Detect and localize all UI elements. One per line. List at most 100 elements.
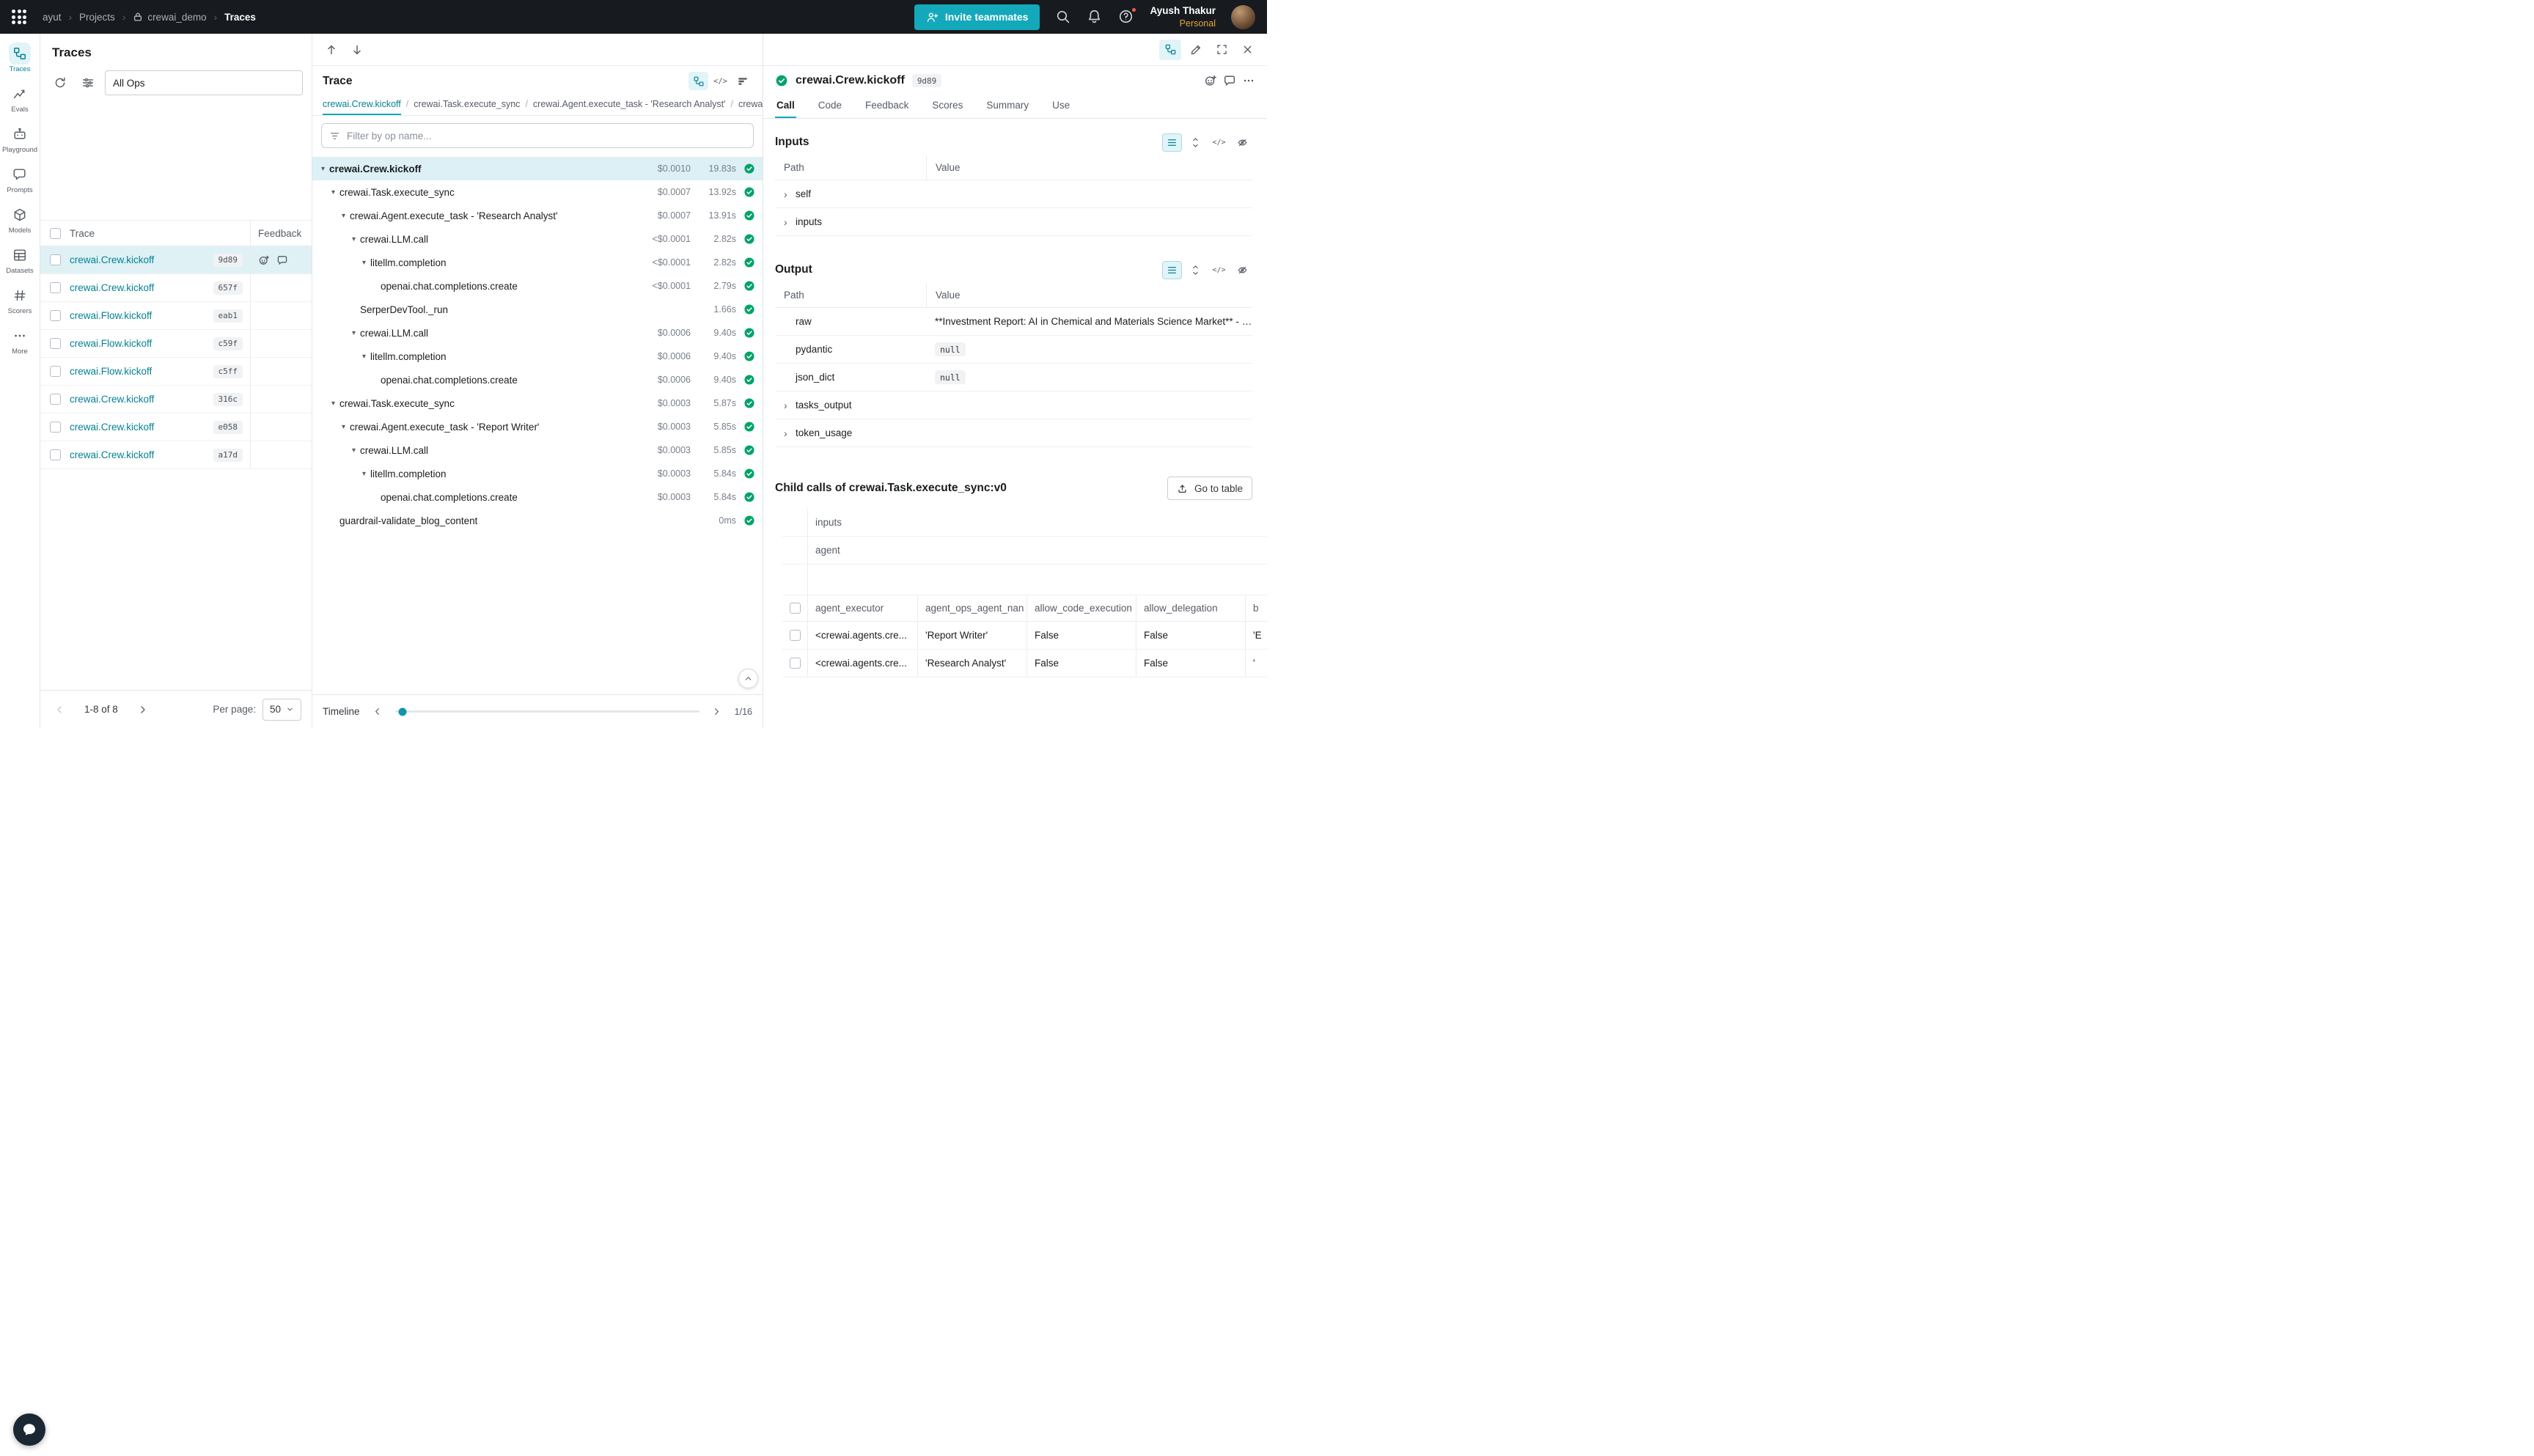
row-checkbox[interactable] xyxy=(50,422,61,433)
trace-name-link[interactable]: crewai.Crew.kickoff xyxy=(70,254,213,265)
previous-call-button[interactable] xyxy=(321,40,341,59)
inputs-expand-all-icon[interactable] xyxy=(1186,133,1205,152)
child-calls-column-header[interactable]: allow_code_execution xyxy=(1027,595,1136,621)
per-page-select[interactable]: 50 xyxy=(262,699,301,721)
trace-row[interactable]: crewai.Crew.kickoff 657f xyxy=(40,274,312,302)
inputs-hide-icon[interactable] xyxy=(1233,133,1252,152)
trace-row[interactable]: crewai.Flow.kickoff c5ff xyxy=(40,358,312,386)
detail-tab[interactable]: Feedback xyxy=(864,93,910,118)
column-header-trace[interactable]: Trace xyxy=(70,228,250,239)
child-calls-column-header[interactable]: agent_ops_agent_nan xyxy=(917,595,1027,621)
output-row[interactable]: › token_usage xyxy=(775,419,1252,447)
user-menu[interactable]: Ayush Thakur Personal xyxy=(1150,4,1216,29)
row-checkbox[interactable] xyxy=(790,630,801,641)
child-calls-column-header[interactable]: b xyxy=(1245,595,1267,621)
trace-name-link[interactable]: crewai.Crew.kickoff xyxy=(70,282,213,293)
expand-chevron-icon[interactable]: ▾ xyxy=(358,470,370,478)
input-row[interactable]: › self xyxy=(775,180,1252,208)
chat-widget-button[interactable] xyxy=(13,1413,45,1446)
breadcrumb-project[interactable]: crewai_demo xyxy=(133,12,206,23)
op-filter-input[interactable] xyxy=(347,130,746,141)
search-icon[interactable] xyxy=(1055,9,1071,25)
trace-breadcrumb-item[interactable]: crewai.LLM.cal xyxy=(725,94,763,115)
row-checkbox[interactable] xyxy=(790,658,801,669)
breadcrumb-projects[interactable]: Projects xyxy=(79,12,115,23)
trace-tree-node[interactable]: ▾ crewai.Task.execute_sync $0.0003 5.87s xyxy=(312,391,763,415)
next-call-button[interactable] xyxy=(347,40,367,59)
output-row[interactable]: › json_dict null null xyxy=(775,364,1252,391)
comment-icon[interactable] xyxy=(1223,74,1236,87)
expand-chevron-icon[interactable]: ▾ xyxy=(317,165,329,173)
flame-graph-toggle-icon[interactable] xyxy=(732,72,752,90)
trace-breadcrumb-item[interactable]: crewai.Task.execute_sync xyxy=(401,94,521,115)
trace-name-link[interactable]: crewai.Flow.kickoff xyxy=(70,310,213,321)
show-tree-toggle-icon[interactable] xyxy=(1159,40,1181,60)
expand-chevron-icon[interactable]: ▾ xyxy=(358,353,370,361)
child-call-row[interactable]: <crewai.agents.cre... 'Research Analyst'… xyxy=(782,650,1267,677)
trace-tree-node[interactable]: ▾ crewai.LLM.call $0.0006 9.40s xyxy=(312,321,763,345)
sidebar-item-datasets[interactable]: Datasets xyxy=(1,241,39,279)
inputs-code-view-icon[interactable]: </> xyxy=(1209,133,1229,152)
breadcrumb-entity[interactable]: ayut xyxy=(43,12,62,23)
wandb-logo[interactable] xyxy=(12,10,26,24)
expand-chevron-icon[interactable]: ▾ xyxy=(348,446,360,455)
output-list-view-icon[interactable] xyxy=(1162,261,1182,279)
trace-name-link[interactable]: crewai.Crew.kickoff xyxy=(70,449,213,460)
refresh-button[interactable] xyxy=(49,72,71,94)
trace-tree-node[interactable]: ▾ crewai.Agent.execute_task - 'Research … xyxy=(312,204,763,227)
trace-tree-node[interactable]: ▾ litellm.completion $0.0006 9.40s xyxy=(312,345,763,368)
sidebar-item-playground[interactable]: Playground xyxy=(1,120,39,158)
child-call-row[interactable]: <crewai.agents.cre... 'Report Writer' Fa… xyxy=(782,622,1267,650)
expand-chevron-icon[interactable]: ▾ xyxy=(337,212,350,220)
output-row[interactable]: › tasks_output xyxy=(775,391,1252,419)
sidebar-item-more[interactable]: More xyxy=(1,322,39,360)
help-icon[interactable] xyxy=(1118,9,1134,25)
timeline-prev-button[interactable] xyxy=(369,703,386,721)
expand-chevron-icon[interactable]: ▾ xyxy=(348,235,360,243)
trace-tree-node[interactable]: ▾ litellm.completion <$0.0001 2.82s xyxy=(312,251,763,274)
trace-name-link[interactable]: crewai.Flow.kickoff xyxy=(70,338,213,349)
expand-chevron-icon[interactable]: › xyxy=(784,427,791,439)
trace-breadcrumb-item[interactable]: crewai.Crew.kickoff xyxy=(323,94,401,115)
notifications-bell-icon[interactable] xyxy=(1087,9,1103,25)
detail-tab[interactable]: Code xyxy=(817,93,843,118)
expand-chevron-icon[interactable]: ▾ xyxy=(348,329,360,337)
trace-tree-node[interactable]: ▾ crewai.Task.execute_sync $0.0007 13.92… xyxy=(312,180,763,204)
child-calls-column-header[interactable]: allow_delegation xyxy=(1136,595,1245,621)
trace-row[interactable]: crewai.Flow.kickoff eab1 xyxy=(40,302,312,330)
close-icon[interactable] xyxy=(1236,40,1258,60)
output-code-view-icon[interactable]: </> xyxy=(1209,261,1229,279)
detail-tab[interactable]: Use xyxy=(1051,93,1071,118)
expand-chevron-icon[interactable]: › xyxy=(784,400,791,411)
sidebar-item-prompts[interactable]: Prompts xyxy=(1,161,39,199)
expand-chevron-icon[interactable]: ▾ xyxy=(337,423,350,431)
child-calls-column-header[interactable]: agent_executor xyxy=(808,595,917,621)
timeline-slider[interactable] xyxy=(395,710,699,713)
sidebar-item-scorers[interactable]: Scorers xyxy=(1,282,39,320)
code-view-toggle-icon[interactable]: </> xyxy=(710,72,730,90)
output-hide-icon[interactable] xyxy=(1233,261,1252,279)
trace-row[interactable]: crewai.Crew.kickoff a17d xyxy=(40,441,312,469)
trace-tree-node[interactable]: ▾ openai.chat.completions.create $0.0003… xyxy=(312,485,763,509)
row-checkbox[interactable] xyxy=(50,282,61,293)
output-row[interactable]: › pydantic null null xyxy=(775,336,1252,364)
trace-tree-node[interactable]: ▾ litellm.completion $0.0003 5.84s xyxy=(312,462,763,485)
trace-name-link[interactable]: crewai.Crew.kickoff xyxy=(70,422,213,433)
expand-chevron-icon[interactable]: ▾ xyxy=(327,188,339,196)
trace-tree-node[interactable]: ▾ crewai.Crew.kickoff $0.0010 19.83s xyxy=(312,157,763,180)
expand-chevron-icon[interactable]: › xyxy=(784,188,791,200)
expand-chevron-icon[interactable]: ▾ xyxy=(327,400,339,408)
edit-pencil-icon[interactable] xyxy=(1185,40,1207,60)
avatar[interactable] xyxy=(1231,5,1255,29)
column-settings-icon[interactable] xyxy=(77,72,99,94)
collapse-timeline-button[interactable] xyxy=(738,669,758,688)
prev-page-button[interactable] xyxy=(51,701,68,718)
trace-breadcrumb-item[interactable]: crewai.Agent.execute_task - 'Research An… xyxy=(520,94,725,115)
trace-tree-node[interactable]: ▾ guardrail-validate_blog_content 0ms xyxy=(312,509,763,532)
output-row[interactable]: › raw **Investment Report: AI in Chemica… xyxy=(775,308,1252,336)
invite-teammates-button[interactable]: Invite teammates xyxy=(914,4,1040,30)
detail-tab[interactable]: Call xyxy=(775,93,796,118)
expand-chevron-icon[interactable]: › xyxy=(784,216,791,228)
select-all-checkbox[interactable] xyxy=(790,603,801,614)
trace-name-link[interactable]: crewai.Crew.kickoff xyxy=(70,394,213,405)
